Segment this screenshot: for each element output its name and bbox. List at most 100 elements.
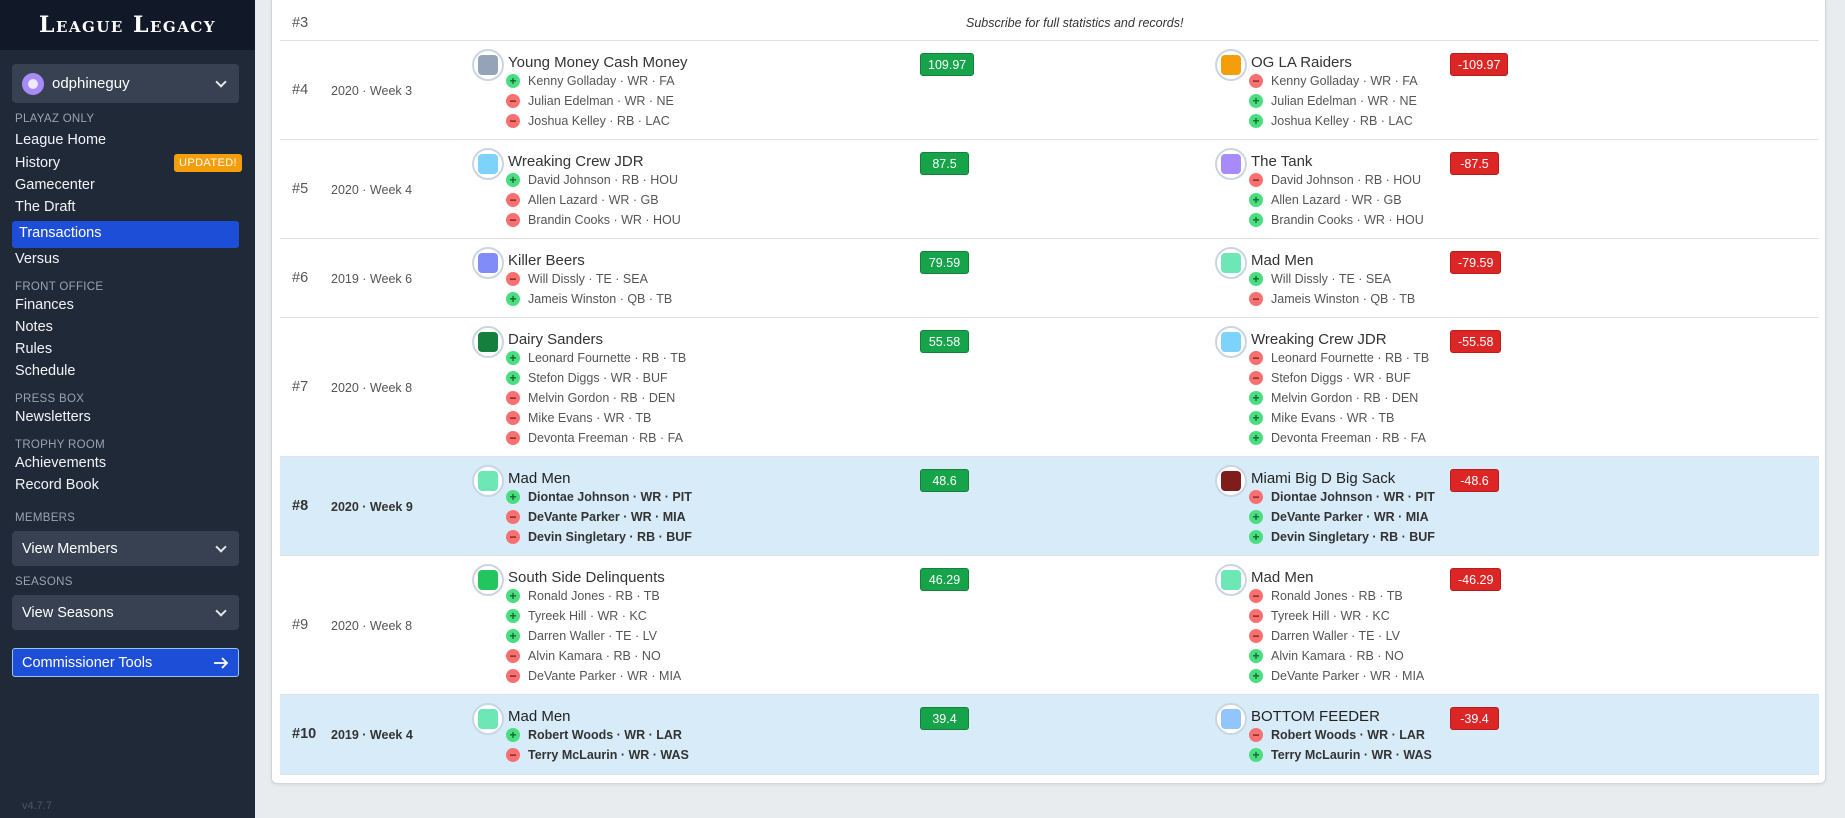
player-transaction[interactable]: + Tyreek Hill · WR · KC [506, 607, 647, 625]
player-transaction[interactable]: − Terry McLaurin · WR · WAS [506, 746, 689, 764]
sidebar-item-league-home[interactable]: League Home [15, 132, 106, 148]
sidebar-item-schedule[interactable]: Schedule [15, 363, 75, 379]
player-transaction[interactable]: + Kenny Golladay · WR · FA [506, 72, 675, 90]
sidebar-item-the-draft[interactable]: The Draft [15, 199, 75, 215]
team-avatar-icon[interactable] [1215, 326, 1247, 358]
trade-rank: #6 [292, 270, 309, 286]
player-transaction[interactable]: − DeVante Parker · WR · MIA [506, 508, 686, 526]
player-transaction[interactable]: − Jameis Winston · QB · TB [1249, 290, 1415, 308]
player-transaction[interactable]: − Julian Edelman · WR · NE [506, 92, 674, 110]
team-name[interactable]: OG LA Raiders [1251, 54, 1352, 71]
team-avatar-icon[interactable] [1215, 703, 1247, 735]
team-avatar-icon[interactable] [472, 703, 504, 735]
player-transaction[interactable]: + Robert Woods · WR · LAR [506, 726, 682, 744]
player-transaction[interactable]: + Joshua Kelley · RB · LAC [1249, 112, 1413, 130]
team-name[interactable]: Wreaking Crew JDR [508, 153, 644, 170]
player-transaction[interactable]: − Joshua Kelley · RB · LAC [506, 112, 670, 130]
player-transaction[interactable]: + Jameis Winston · QB · TB [506, 290, 672, 308]
player-transaction[interactable]: + Leonard Fournette · RB · TB [506, 349, 686, 367]
player-transaction[interactable]: − Allen Lazard · WR · GB [506, 191, 659, 209]
player-transaction[interactable]: − Will Dissly · TE · SEA [506, 270, 648, 288]
team-avatar-icon[interactable] [1215, 465, 1247, 497]
player-transaction[interactable]: + DeVante Parker · WR · MIA [1249, 508, 1429, 526]
player-transaction[interactable]: + Terry McLaurin · WR · WAS [1249, 746, 1432, 764]
player-transaction[interactable]: − Leonard Fournette · RB · TB [1249, 349, 1429, 367]
player-transaction[interactable]: + Melvin Gordon · RB · DEN [1249, 389, 1418, 407]
chevron-down-icon [215, 604, 227, 617]
player-transaction[interactable]: − Darren Waller · TE · LV [1249, 627, 1400, 645]
player-transaction[interactable]: + Will Dissly · TE · SEA [1249, 270, 1391, 288]
sidebar-item-transactions[interactable]: Transactions [12, 221, 239, 248]
player-transaction[interactable]: − Mike Evans · WR · TB [506, 409, 651, 427]
team-name[interactable]: The Tank [1251, 153, 1312, 170]
view-seasons-dropdown[interactable]: View Seasons [12, 595, 239, 630]
app-logo[interactable]: League Legacy [39, 12, 216, 38]
sidebar-item-notes[interactable]: Notes [15, 319, 53, 335]
sidebar-item-finances[interactable]: Finances [15, 297, 74, 313]
team-name[interactable]: Young Money Cash Money [508, 54, 688, 71]
subscribe-message[interactable]: Subscribe for full statistics and record… [966, 16, 1183, 30]
team-avatar-icon[interactable] [472, 49, 504, 81]
player-transaction[interactable]: − Kenny Golladay · WR · FA [1249, 72, 1418, 90]
sidebar-item-versus[interactable]: Versus [15, 251, 59, 267]
team-name[interactable]: Mad Men [1251, 252, 1314, 269]
player-transaction[interactable]: − Stefon Diggs · WR · BUF [1249, 369, 1411, 387]
player-transaction[interactable]: + Mike Evans · WR · TB [1249, 409, 1394, 427]
user-dropdown[interactable]: odphineguy [12, 64, 239, 103]
player-transaction[interactable]: + Devin Singletary · RB · BUF [1249, 528, 1435, 546]
player-transaction[interactable]: − Alvin Kamara · RB · NO [506, 647, 661, 665]
team-name[interactable]: Mad Men [508, 470, 571, 487]
sidebar-item-achievements[interactable]: Achievements [15, 455, 106, 471]
player-transaction[interactable]: − Brandin Cooks · WR · HOU [506, 211, 681, 229]
player-transaction[interactable]: + Stefon Diggs · WR · BUF [506, 369, 668, 387]
player-transaction[interactable]: − Devonta Freeman · RB · FA [506, 429, 683, 447]
team-name[interactable]: Wreaking Crew JDR [1251, 331, 1387, 348]
team-name[interactable]: South Side Delinquents [508, 569, 665, 586]
player-transaction[interactable]: + Allen Lazard · WR · GB [1249, 191, 1402, 209]
team-avatar-icon[interactable] [472, 564, 504, 596]
transactions-card: #3 Subscribe for full statistics and rec… [271, 0, 1826, 784]
player-transaction[interactable]: + Brandin Cooks · WR · HOU [1249, 211, 1424, 229]
team-avatar-face [478, 709, 498, 729]
commissioner-tools-button[interactable]: Commissioner Tools [12, 648, 239, 677]
player-label: Devin Singletary · RB · BUF [1271, 530, 1435, 544]
player-transaction[interactable]: + David Johnson · RB · HOU [506, 171, 678, 189]
team-name[interactable]: Dairy Sanders [508, 331, 603, 348]
team-avatar-icon[interactable] [472, 247, 504, 279]
sidebar-item-rules[interactable]: Rules [15, 341, 52, 357]
view-members-dropdown[interactable]: View Members [12, 531, 239, 566]
team-avatar-icon[interactable] [1215, 49, 1247, 81]
player-transaction[interactable]: − Ronald Jones · RB · TB [1249, 587, 1403, 605]
player-transaction[interactable]: + Ronald Jones · RB · TB [506, 587, 660, 605]
player-transaction[interactable]: + Diontae Johnson · WR · PIT [506, 488, 692, 506]
team-name[interactable]: Miami Big D Big Sack [1251, 470, 1395, 487]
player-transaction[interactable]: − Robert Woods · WR · LAR [1249, 726, 1425, 744]
team-avatar-icon[interactable] [472, 465, 504, 497]
player-transaction[interactable]: + Alvin Kamara · RB · NO [1249, 647, 1404, 665]
user-avatar-icon [22, 72, 44, 95]
team-avatar-icon[interactable] [1215, 564, 1247, 596]
plus-icon: + [1249, 213, 1263, 227]
team-name[interactable]: BOTTOM FEEDER [1251, 708, 1380, 725]
sidebar-item-newsletters[interactable]: Newsletters [15, 409, 91, 425]
player-transaction[interactable]: − David Johnson · RB · HOU [1249, 171, 1421, 189]
sidebar-item-record-book[interactable]: Record Book [15, 477, 99, 493]
team-name[interactable]: Killer Beers [508, 252, 585, 269]
sidebar-item-history[interactable]: History [15, 155, 60, 171]
player-transaction[interactable]: + Devonta Freeman · RB · FA [1249, 429, 1426, 447]
sidebar-item-gamecenter[interactable]: Gamecenter [15, 177, 95, 193]
team-name[interactable]: Mad Men [1251, 569, 1314, 586]
player-transaction[interactable]: − DeVante Parker · WR · MIA [506, 667, 681, 685]
team-avatar-icon[interactable] [1215, 247, 1247, 279]
player-transaction[interactable]: + DeVante Parker · WR · MIA [1249, 667, 1424, 685]
team-name[interactable]: Mad Men [508, 708, 571, 725]
player-transaction[interactable]: + Julian Edelman · WR · NE [1249, 92, 1417, 110]
player-transaction[interactable]: − Tyreek Hill · WR · KC [1249, 607, 1390, 625]
team-avatar-icon[interactable] [472, 326, 504, 358]
player-transaction[interactable]: − Devin Singletary · RB · BUF [506, 528, 692, 546]
team-avatar-icon[interactable] [1215, 148, 1247, 180]
player-transaction[interactable]: − Melvin Gordon · RB · DEN [506, 389, 675, 407]
player-transaction[interactable]: + Darren Waller · TE · LV [506, 627, 657, 645]
player-transaction[interactable]: − Diontae Johnson · WR · PIT [1249, 488, 1435, 506]
team-avatar-icon[interactable] [472, 148, 504, 180]
